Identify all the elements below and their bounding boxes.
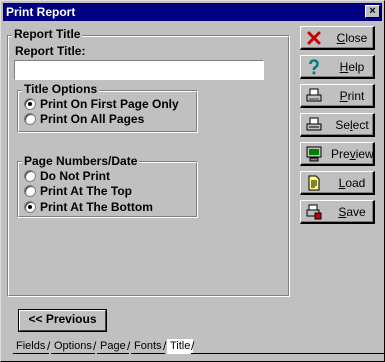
- tab-baseline: [191, 353, 384, 354]
- printer-save-icon: [306, 204, 322, 220]
- red-x-icon: [307, 31, 321, 45]
- monitor-icon: [306, 146, 322, 162]
- save-button-label: Save: [338, 205, 366, 219]
- print-button[interactable]: Print: [300, 84, 375, 108]
- select-button[interactable]: Select: [300, 113, 375, 137]
- window-close-button[interactable]: ×: [365, 5, 380, 18]
- tab-fields[interactable]: Fields: [13, 339, 49, 354]
- help-button[interactable]: Help: [300, 55, 375, 79]
- previous-button-label: << Previous: [28, 312, 97, 326]
- printer-setup-icon: [306, 117, 322, 131]
- help-button-label: Help: [339, 60, 365, 74]
- tab-separator: /: [93, 339, 97, 353]
- radio-label: Do Not Print: [40, 169, 110, 183]
- tab-fonts[interactable]: Fonts: [131, 339, 165, 354]
- preview-button-label: Preview: [331, 147, 374, 161]
- report-title-group-legend: Report Title: [12, 27, 83, 41]
- radio-indicator-checked: [24, 98, 36, 110]
- tab-separator: /: [191, 339, 195, 353]
- radio-indicator: [24, 170, 36, 182]
- close-icon: ×: [369, 5, 376, 17]
- report-title-label: Report Title:: [15, 44, 86, 58]
- radio-indicator: [24, 113, 36, 125]
- load-button[interactable]: Load: [300, 171, 375, 195]
- radio-label: Print At The Bottom: [40, 200, 153, 214]
- save-button[interactable]: Save: [300, 200, 375, 224]
- tab-options[interactable]: Options: [51, 339, 95, 354]
- radio-print-at-top[interactable]: Print At The Top: [24, 184, 132, 198]
- close-button[interactable]: Close: [300, 26, 375, 50]
- radio-indicator: [24, 185, 36, 197]
- tab-separator: /: [127, 339, 131, 353]
- tab-separator: /: [163, 339, 167, 353]
- previous-button[interactable]: << Previous: [18, 309, 107, 332]
- load-button-label: Load: [338, 176, 366, 190]
- radio-label: Print On All Pages: [40, 112, 145, 126]
- radio-print-first-page-only[interactable]: Print On First Page Only: [24, 97, 179, 111]
- title-options-legend: Title Options: [22, 82, 100, 96]
- radio-print-all-pages[interactable]: Print On All Pages: [24, 112, 144, 126]
- radio-indicator-checked: [24, 201, 36, 213]
- preview-button[interactable]: Preview: [300, 142, 375, 166]
- print-button-label: Print: [339, 89, 365, 103]
- radio-label: Print At The Top: [40, 184, 132, 198]
- tab-page[interactable]: Page: [97, 339, 129, 354]
- radio-do-not-print[interactable]: Do Not Print: [24, 169, 110, 183]
- tab-title[interactable]: Title: [167, 339, 193, 354]
- printer-icon: [306, 88, 322, 102]
- select-button-label: Select: [335, 118, 369, 132]
- close-button-label: Close: [336, 31, 368, 45]
- print-report-window: Print Report × Report Title Report Title…: [0, 0, 385, 362]
- radio-print-at-bottom[interactable]: Print At The Bottom: [24, 200, 153, 214]
- tab-separator: /: [47, 339, 51, 353]
- page-numbers-legend: Page Numbers/Date: [22, 154, 140, 168]
- question-mark-icon: [309, 59, 319, 75]
- document-open-icon: [308, 175, 320, 191]
- report-title-input[interactable]: [14, 60, 264, 80]
- title-bar: Print Report ×: [3, 3, 382, 21]
- window-title: Print Report: [6, 5, 76, 19]
- radio-label: Print On First Page Only: [40, 97, 179, 111]
